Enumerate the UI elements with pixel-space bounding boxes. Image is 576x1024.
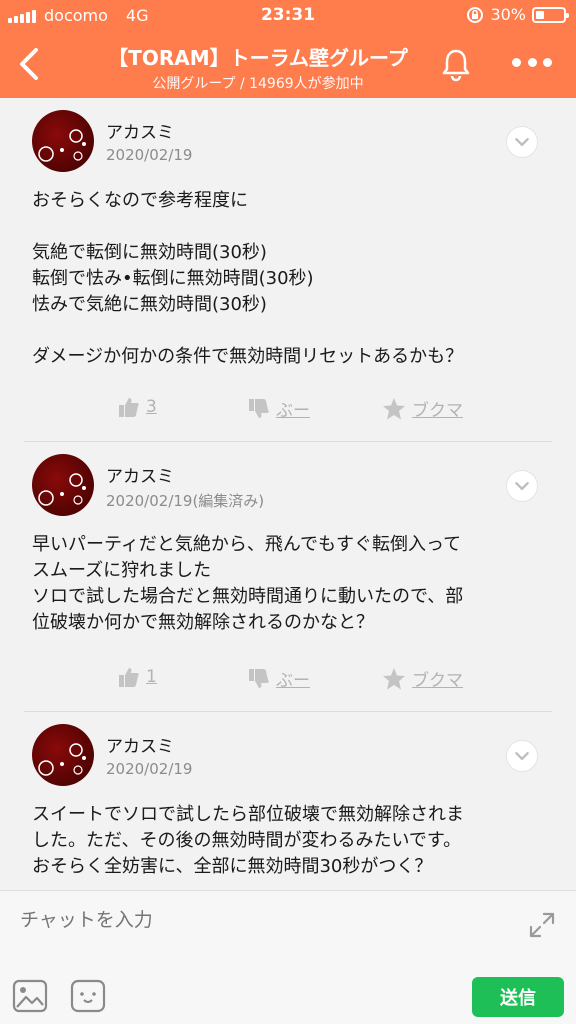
- star-icon: [383, 397, 405, 419]
- thumbs-down-icon: [249, 668, 269, 688]
- boo-button[interactable]: ぶー: [248, 396, 310, 421]
- post-body: 早いパーティだと気絶から、飛んでもすぐ転倒入って スムーズに狩れました ソロで試…: [32, 534, 464, 633]
- avatar[interactable]: [32, 724, 94, 786]
- post-feed[interactable]: アカスミ 2020/02/19 おそらくなので参考程度に 気絶で転倒に無効時間(…: [0, 98, 576, 890]
- boo-button[interactable]: ぶー: [248, 666, 310, 691]
- battery-percent: 30%: [490, 5, 526, 24]
- rotation-lock-icon: [467, 6, 484, 23]
- post-card: アカスミ 2020/02/19 スイートでソロで試したら部位破壊で無効解除されま…: [24, 712, 552, 890]
- post-body: おそらくなので参考程度に 気絶で転倒に無効時間(30秒) 転倒で怯み•転倒に無効…: [32, 190, 464, 367]
- group-title-block[interactable]: 【TORAM】トーラム壁グループ 公開グループ / 14969人が参加中: [90, 42, 426, 93]
- more-dots-icon[interactable]: [512, 58, 552, 70]
- chat-input[interactable]: [20, 903, 500, 937]
- send-button[interactable]: 送信: [472, 977, 564, 1017]
- sticker-icon[interactable]: [70, 979, 106, 1013]
- group-subtitle: 公開グループ / 14969人が参加中: [152, 76, 364, 92]
- bell-icon[interactable]: [438, 46, 474, 82]
- expand-icon[interactable]: [528, 911, 556, 939]
- group-title: 【TORAM】トーラム壁グループ: [108, 46, 408, 70]
- boo-label: ぶー: [276, 401, 310, 421]
- status-bar: docomo 4G 23:31 30%: [0, 0, 576, 32]
- chevron-down-icon[interactable]: [506, 740, 538, 772]
- flower-avatar-icon: [38, 473, 86, 506]
- like-count: 1: [146, 667, 157, 687]
- image-icon[interactable]: [12, 979, 48, 1013]
- chevron-down-icon[interactable]: [506, 126, 538, 158]
- post-author[interactable]: アカスミ: [106, 732, 174, 757]
- chevron-down-icon[interactable]: [506, 470, 538, 502]
- bookmark-label: ブクマ: [412, 401, 463, 421]
- bookmark-label: ブクマ: [412, 671, 463, 691]
- app-header: docomo 4G 23:31 30% 【TORAM】トーラム壁グループ 公開グ…: [0, 0, 576, 98]
- thumbs-up-icon: [119, 398, 139, 417]
- bookmark-button[interactable]: ブクマ: [382, 396, 463, 421]
- flower-avatar-icon: [38, 129, 86, 162]
- star-icon: [383, 667, 405, 689]
- post-author[interactable]: アカスミ: [106, 462, 174, 487]
- post-actions: 1 ぶー ブクマ: [24, 666, 552, 696]
- bookmark-button[interactable]: ブクマ: [382, 666, 463, 691]
- like-button[interactable]: 3: [118, 396, 157, 418]
- like-button[interactable]: 1: [118, 666, 157, 688]
- thumbs-down-icon: [249, 398, 269, 418]
- flower-avatar-icon: [38, 743, 86, 776]
- nav-bar: 【TORAM】トーラム壁グループ 公開グループ / 14969人が参加中: [0, 32, 576, 98]
- thumbs-up-icon: [119, 668, 139, 687]
- post-card: アカスミ 2020/02/19 おそらくなので参考程度に 気絶で転倒に無効時間(…: [24, 98, 552, 442]
- post-author[interactable]: アカスミ: [106, 118, 174, 143]
- battery-fill: [536, 10, 544, 19]
- chat-composer: 送信: [0, 890, 576, 1024]
- post-date: 2020/02/19: [106, 146, 193, 164]
- battery-icon: [532, 6, 569, 23]
- boo-label: ぶー: [276, 671, 310, 691]
- post-actions: 3 ぶー ブクマ: [24, 396, 552, 426]
- post-card: アカスミ 2020/02/19(編集済み) 早いパーティだと気絶から、飛んでもす…: [24, 442, 552, 712]
- chevron-left-icon[interactable]: [14, 46, 44, 82]
- like-count: 3: [146, 397, 157, 417]
- post-date: 2020/02/19(編集済み): [106, 492, 265, 510]
- post-body: スイートでソロで試したら部位破壊で無効解除されま した。ただ、その後の無効時間が…: [32, 804, 464, 877]
- avatar[interactable]: [32, 454, 94, 516]
- post-date: 2020/02/19: [106, 760, 193, 778]
- avatar[interactable]: [32, 110, 94, 172]
